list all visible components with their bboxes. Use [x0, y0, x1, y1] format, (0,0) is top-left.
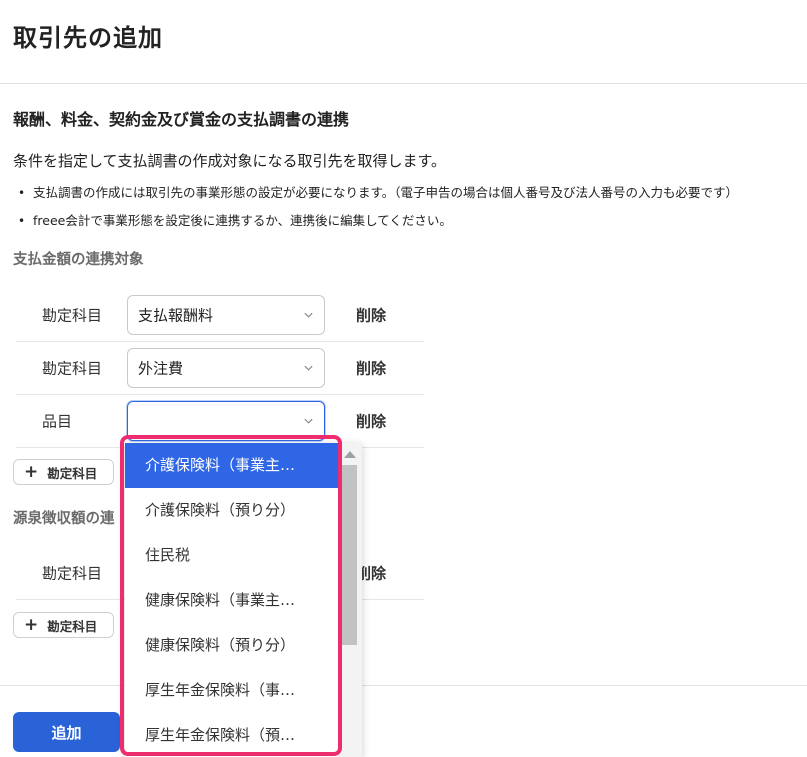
account-select[interactable]: 外注費 — [127, 347, 325, 388]
scrollbar-thumb[interactable] — [342, 465, 357, 645]
plus-icon: + — [24, 614, 39, 635]
account-select[interactable]: 支払報酬料 — [127, 294, 325, 335]
add-button-label: 勘定科目 — [47, 465, 98, 481]
add-button-label: 勘定科目 — [47, 618, 98, 634]
select-value: 外注費 — [138, 359, 184, 377]
page-title: 取引先の追加 — [13, 24, 163, 52]
divider — [0, 83, 807, 84]
payment-row: 勘定科目 支払報酬料 削除 — [16, 288, 424, 342]
delete-button[interactable]: 削除 — [356, 304, 386, 325]
delete-button[interactable]: 削除 — [356, 357, 386, 378]
note-item: freee会計で事業形態を設定後に連携するか、連携後に編集してください。 — [18, 207, 738, 235]
section-title: 報酬、料金、契約金及び賞金の支払調書の連携 — [13, 110, 350, 129]
row-label: 勘定科目 — [42, 359, 103, 377]
delete-button[interactable]: 削除 — [356, 410, 386, 431]
note-list: 支払調書の作成には取引先の事業形態の設定が必要になります。（電子申告の場合は個人… — [18, 179, 738, 235]
row-label: 勘定科目 — [42, 306, 103, 324]
chevron-down-icon — [304, 418, 313, 424]
add-account-button[interactable]: + 勘定科目 — [13, 612, 114, 638]
scroll-up-icon[interactable] — [344, 451, 356, 458]
chevron-down-icon — [304, 365, 313, 371]
withholding-group-label: 源泉徴収額の連 — [13, 511, 115, 527]
row-label: 勘定科目 — [42, 564, 103, 582]
select-value: 支払報酬料 — [138, 306, 214, 324]
section-description: 条件を指定して支払調書の作成対象になる取引先を取得します。 — [13, 152, 447, 170]
row-label: 品目 — [42, 412, 73, 430]
plus-icon: + — [24, 461, 39, 482]
chevron-down-icon — [304, 312, 313, 318]
add-account-button[interactable]: + 勘定科目 — [13, 459, 114, 485]
submit-button[interactable]: 追加 — [13, 712, 120, 752]
highlight-annotation — [120, 435, 342, 756]
payment-group-label: 支払金額の連携対象 — [13, 252, 144, 268]
payment-row: 勘定科目 外注費 削除 — [16, 341, 424, 395]
note-item: 支払調書の作成には取引先の事業形態の設定が必要になります。（電子申告の場合は個人… — [18, 179, 738, 207]
